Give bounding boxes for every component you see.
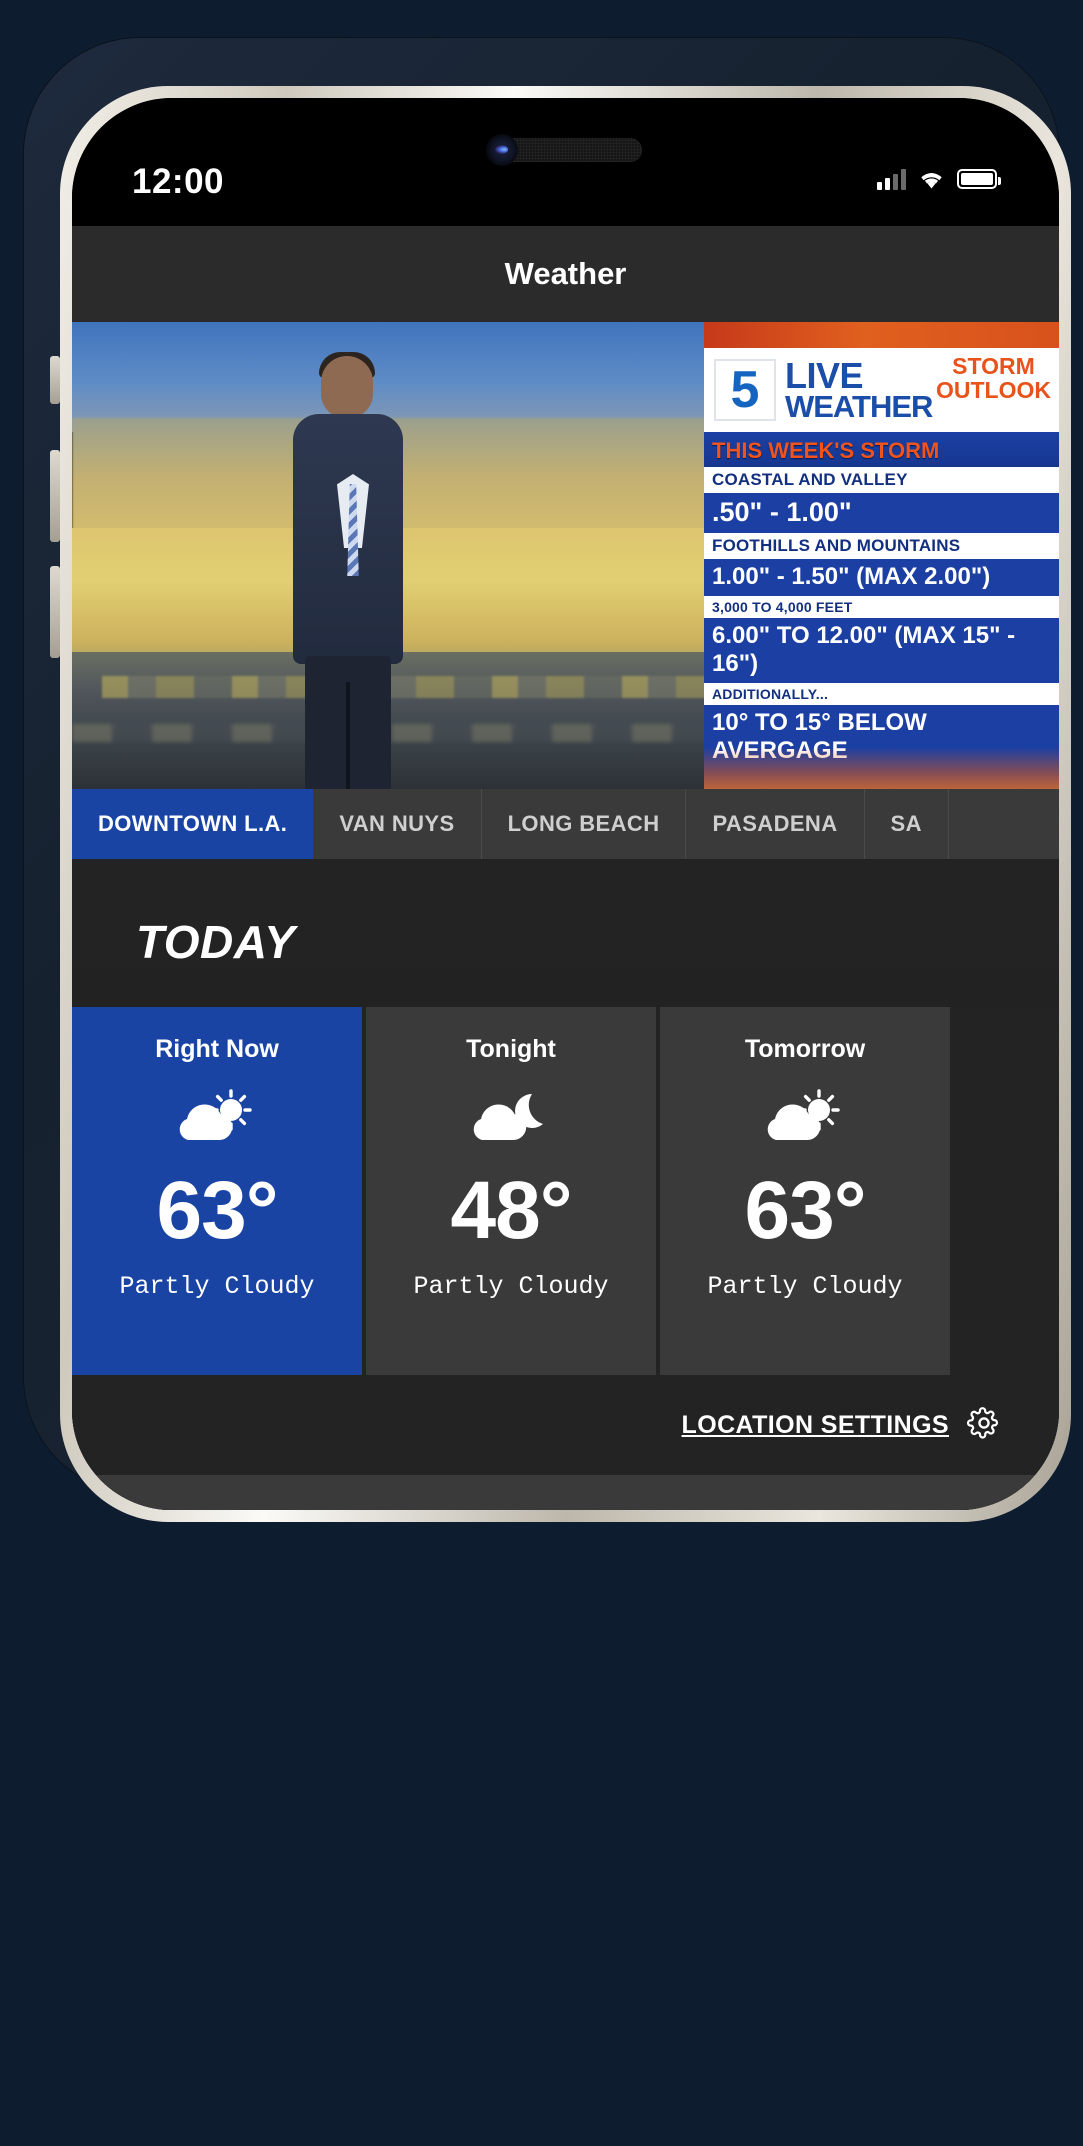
storm-details-panel: THIS WEEK'S STORM COASTAL AND VALLEY .50… <box>704 432 1059 775</box>
meteorologist-figure <box>287 352 407 789</box>
forecast-card-tonight[interactable]: Tonight 48° Partly Cloudy <box>366 1007 656 1375</box>
anchor-legs <box>305 656 391 789</box>
location-tab-downtown-la[interactable]: DOWNTOWN L.A. <box>72 789 314 859</box>
storm-outlook-line2: OUTLOOK <box>936 377 1051 404</box>
location-settings-link[interactable]: LOCATION SETTINGS <box>682 1411 949 1440</box>
wifi-icon <box>918 169 945 190</box>
anchor-head <box>321 356 373 418</box>
phone-bezel: 12:00 Weather 5 LIVE WEATHER STORM OUTLO… <box>72 98 1059 1510</box>
phone-screen: 12:00 Weather 5 LIVE WEATHER STORM OUTLO… <box>72 98 1059 1510</box>
anchor-suit <box>293 414 403 664</box>
forecast-card-label: Right Now <box>155 1035 279 1063</box>
cellular-signal-icon <box>877 168 906 190</box>
location-tab-santa-clarita[interactable]: SA <box>865 789 949 859</box>
page-title: Weather <box>504 256 627 291</box>
ktla-live-weather-logo: 5 LIVE WEATHER STORM OUTLOOK <box>704 348 1059 432</box>
forecast-card-condition: Partly Cloudy <box>119 1272 315 1301</box>
mute-switch[interactable] <box>50 356 60 404</box>
graphic-bottom-fade <box>704 747 1059 789</box>
storm-row-label-0: COASTAL AND VALLEY <box>704 467 1059 493</box>
location-tab-pasadena[interactable]: PASADENA <box>686 789 865 859</box>
storm-headline: THIS WEEK'S STORM <box>704 435 1059 467</box>
location-tab-long-beach[interactable]: LONG BEACH <box>482 789 687 859</box>
status-bar: 12:00 <box>72 160 1059 212</box>
weather-broadcast-video[interactable]: 5 LIVE WEATHER STORM OUTLOOK THIS WEEK'S… <box>72 322 1059 789</box>
forecast-card-temp: 63° <box>156 1165 278 1256</box>
today-heading: TODAY <box>136 916 296 968</box>
partly-cloudy-day-icon <box>766 1086 844 1148</box>
partly-cloudy-night-icon <box>472 1086 550 1148</box>
forecast-card-temp: 63° <box>744 1165 866 1256</box>
storm-outlook-line1: STORM <box>952 353 1035 379</box>
screenshot-stage: 12:00 Weather 5 LIVE WEATHER STORM OUTLO… <box>0 0 1083 2146</box>
weather-label: WEATHER <box>785 389 933 425</box>
storm-outlook-graphic: 5 LIVE WEATHER STORM OUTLOOK THIS WEEK'S… <box>704 322 1059 789</box>
storm-row-value-0: .50" - 1.00" <box>704 493 1059 533</box>
status-bar-time: 12:00 <box>132 162 225 201</box>
storm-row-value-1: 1.00" - 1.50" (MAX 2.00") <box>704 559 1059 596</box>
weather-app: Weather 5 LIVE WEATHER STORM OUTLOOK THI… <box>72 226 1059 1510</box>
forecast-card-right-now[interactable]: Right Now 63° Partly Cloudy <box>72 1007 362 1375</box>
volume-up-button[interactable] <box>50 450 60 542</box>
gear-icon[interactable] <box>967 1406 1001 1445</box>
forecast-card-condition: Partly Cloudy <box>707 1272 903 1301</box>
storm-outlook-badge: STORM OUTLOOK <box>936 354 1051 402</box>
volume-down-button[interactable] <box>50 566 60 658</box>
app-header: Weather <box>72 226 1059 322</box>
storm-row-label-2: 3,000 TO 4,000 FEET <box>704 596 1059 618</box>
forecast-card-label: Tonight <box>466 1035 556 1063</box>
forecast-card-temp: 48° <box>450 1165 572 1256</box>
location-tab-van-nuys[interactable]: VAN NUYS <box>313 789 482 859</box>
battery-icon <box>957 169 1001 189</box>
partly-cloudy-day-icon <box>178 1086 256 1148</box>
storm-row-label-1: FOOTHILLS AND MOUNTAINS <box>704 533 1059 559</box>
channel-5-logo-icon: 5 <box>714 359 776 421</box>
storm-row-value-2: 6.00" TO 12.00" (MAX 15" - 16") <box>704 618 1059 683</box>
today-section: TODAY <box>72 859 1059 969</box>
forecast-card-tomorrow[interactable]: Tomorrow 63° Partly Cloudy <box>660 1007 950 1375</box>
forecast-card-condition: Partly Cloudy <box>413 1272 609 1301</box>
currently-section: CURRENTLY IN LOS ANGELES 64° Feels like … <box>72 1475 1059 1510</box>
status-bar-indicators <box>877 168 1001 190</box>
phone-frame: 12:00 Weather 5 LIVE WEATHER STORM OUTLO… <box>24 38 1071 1522</box>
graphic-top-bar <box>704 322 1059 348</box>
live-label: LIVE <box>785 354 864 396</box>
forecast-cards: Right Now 63° Partly Cloudy Tonight 48° … <box>72 1007 1059 1375</box>
forecast-card-label: Tomorrow <box>744 1035 866 1063</box>
location-tabs[interactable]: DOWNTOWN L.A. VAN NUYS LONG BEACH PASADE… <box>72 789 1059 859</box>
storm-row-label-3: ADDITIONALLY... <box>704 683 1059 705</box>
live-weather-wordmark: LIVE WEATHER <box>785 354 933 425</box>
location-settings-row[interactable]: LOCATION SETTINGS <box>72 1375 1059 1475</box>
